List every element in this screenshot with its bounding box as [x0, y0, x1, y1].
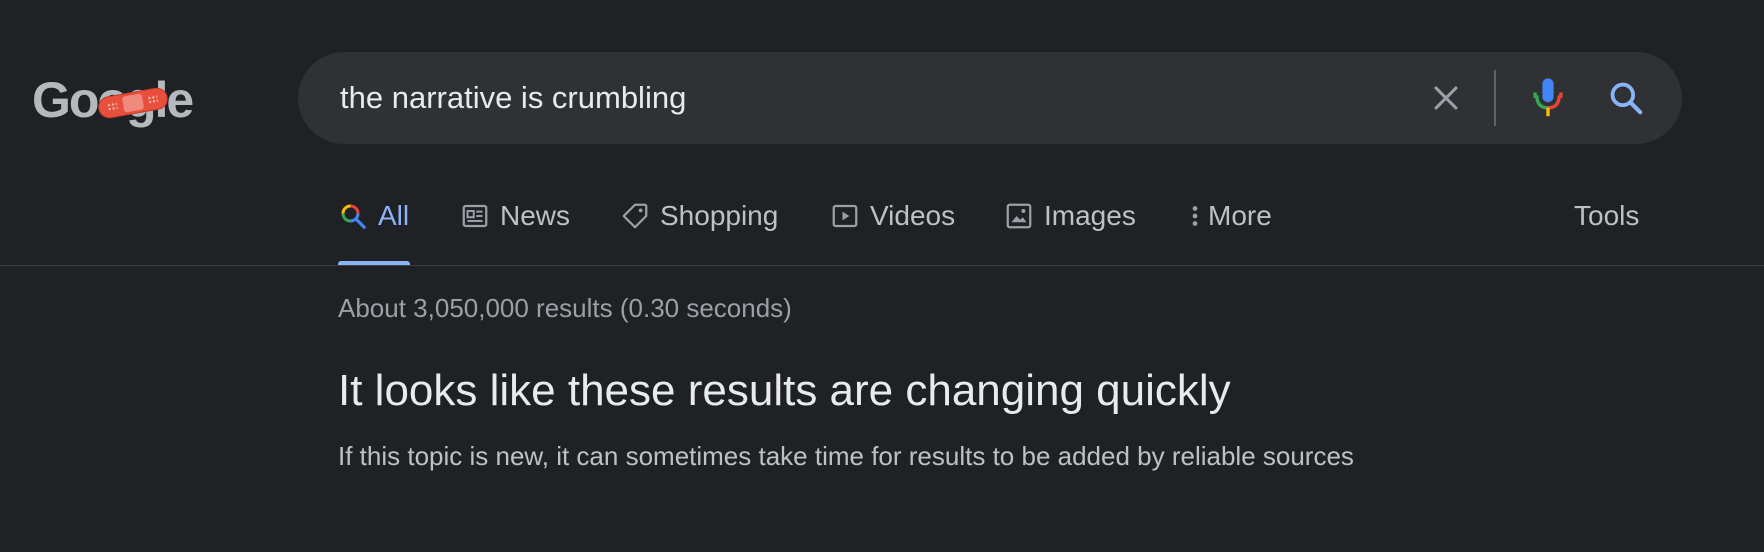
clear-button[interactable]	[1422, 74, 1470, 122]
tab-shopping[interactable]: Shopping	[620, 196, 778, 266]
tab-label: Videos	[870, 200, 956, 231]
tag-icon	[620, 201, 650, 231]
tab-label: All	[378, 200, 410, 231]
play-icon	[830, 201, 860, 231]
search-divider	[1494, 70, 1496, 126]
tab-news[interactable]: News	[460, 196, 570, 266]
search-button[interactable]	[1602, 74, 1650, 122]
notice-body: If this topic is new, it can sometimes t…	[338, 441, 1354, 471]
search-icon	[1610, 82, 1643, 115]
google-logo[interactable]: Google	[32, 72, 194, 128]
search-input[interactable]	[340, 52, 1360, 144]
image-icon	[1004, 201, 1034, 231]
newspaper-icon	[460, 201, 490, 231]
tab-more[interactable]: More	[1186, 196, 1272, 266]
tab-label: More	[1208, 200, 1272, 231]
tabs-divider	[0, 265, 1764, 266]
microphone-icon	[1533, 78, 1563, 117]
tab-label: Shopping	[660, 200, 779, 231]
voice-search-button[interactable]	[1524, 74, 1572, 122]
close-icon	[1434, 86, 1458, 110]
search-bar	[298, 52, 1682, 144]
search-icon	[338, 201, 368, 231]
tab-videos[interactable]: Videos	[830, 196, 955, 266]
search-results-page: Google	[0, 0, 1764, 552]
tools-button[interactable]: Tools	[1574, 196, 1639, 236]
tab-label: Images	[1044, 200, 1136, 231]
more-vertical-icon	[1186, 201, 1204, 231]
tab-all[interactable]: All	[338, 196, 410, 266]
tab-images[interactable]: Images	[1004, 196, 1136, 266]
result-stats: About 3,050,000 results (0.30 seconds)	[338, 293, 792, 323]
tab-label: News	[500, 200, 571, 231]
notice-title: It looks like these results are changing…	[338, 366, 1231, 415]
